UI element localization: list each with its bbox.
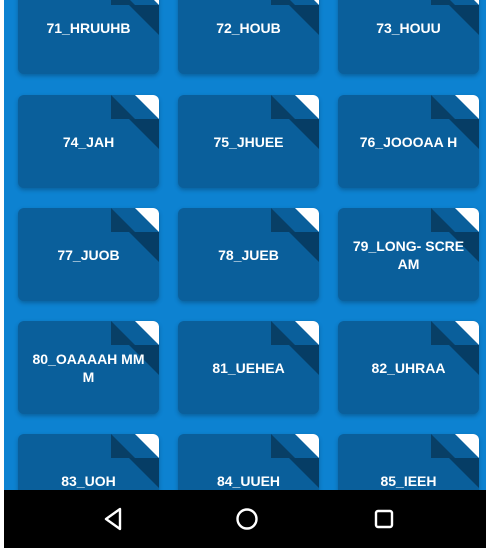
sound-tile-label: 81_UEHEA	[212, 359, 285, 376]
sound-tile-label: 76_JOOOAA H	[359, 133, 458, 150]
sound-tile-label: 71_HRUUHB	[46, 19, 131, 36]
recents-square-icon	[374, 509, 394, 529]
sound-tile[interactable]: 79_LONG- SCREAM	[338, 208, 479, 301]
sound-tile-label: 84_UUEH	[216, 472, 281, 489]
sound-tile-label: 72_HOUB	[216, 19, 281, 36]
sound-tile[interactable]: 83_UOH	[18, 434, 159, 490]
sound-tile-label: 75_JHUEE	[213, 133, 284, 150]
sound-tile[interactable]: 74_JAH	[18, 95, 159, 188]
sound-tile-label: 73_HOUU	[376, 19, 441, 36]
recents-button[interactable]	[369, 504, 399, 534]
sound-tile[interactable]: 85_IEEH	[338, 434, 479, 490]
sound-tile[interactable]: 71_HRUUHB	[18, 0, 159, 74]
back-button[interactable]	[100, 504, 130, 534]
sound-grid-area[interactable]: 71_HRUUHB 72_HOUB 73_HOUU 74_JAH 75_JHUEE 76_…	[4, 0, 486, 490]
sound-tile-label: 77_JUOB	[57, 246, 120, 263]
home-button[interactable]	[232, 504, 262, 534]
sound-tile-label: 74_JAH	[62, 133, 115, 150]
sound-tile-label: 80_OAAAAH MMM	[32, 350, 145, 385]
sound-tile[interactable]: 80_OAAAAH MMM	[18, 321, 159, 414]
back-triangle-icon	[104, 507, 122, 531]
sound-tile-label: 78_JUEB	[218, 246, 279, 263]
sound-tile[interactable]: 81_UEHEA	[178, 321, 319, 414]
home-circle-icon	[236, 508, 258, 530]
sound-tile[interactable]: 72_HOUB	[178, 0, 319, 74]
sound-tile[interactable]: 75_JHUEE	[178, 95, 319, 188]
sound-tile[interactable]: 82_UHRAA	[338, 321, 479, 414]
sound-tile[interactable]: 73_HOUU	[338, 0, 479, 74]
sound-tile[interactable]: 77_JUOB	[18, 208, 159, 301]
sound-tile[interactable]: 84_UUEH	[178, 434, 319, 490]
sound-tile[interactable]: 76_JOOOAA H	[338, 95, 479, 188]
phone-screen: 71_HRUUHB 72_HOUB 73_HOUU 74_JAH 75_JHUEE 76_…	[4, 0, 486, 548]
sound-tile-label: 79_LONG- SCREAM	[352, 237, 465, 272]
sound-tile-label: 82_UHRAA	[371, 359, 446, 376]
sound-tile-label: 83_UOH	[61, 472, 116, 489]
sound-tile[interactable]: 78_JUEB	[178, 208, 319, 301]
android-navigation-bar	[4, 490, 486, 548]
sound-tile-label: 85_IEEH	[380, 472, 437, 489]
